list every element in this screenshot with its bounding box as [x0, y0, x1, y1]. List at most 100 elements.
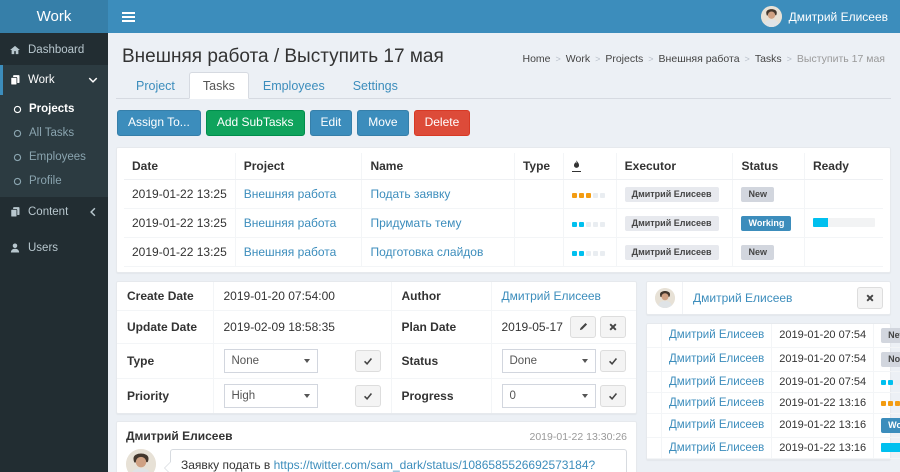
col-status[interactable]: Status [733, 153, 804, 180]
col-project[interactable]: Project [235, 153, 362, 180]
update-date-value: 2019-02-09 18:58:35 [213, 310, 391, 343]
author-link[interactable]: Дмитрий Елисеев [502, 289, 601, 303]
task-details-panel: Create Date 2019-01-20 07:54:00 Author Д… [116, 281, 637, 414]
tab-settings[interactable]: Settings [339, 72, 412, 99]
activity-progress-bar [881, 443, 900, 452]
brand-logo[interactable]: Work [0, 0, 108, 33]
move-button[interactable]: Move [357, 110, 408, 136]
comment-timestamp: 2019-01-22 13:30:26 [530, 431, 628, 443]
sidebar-item-profile[interactable]: Profile [0, 169, 108, 193]
assignee-link[interactable]: Дмитрий Елисеев [683, 291, 857, 305]
sidebar-item-employees[interactable]: Employees [0, 145, 108, 169]
apply-status-button[interactable] [600, 350, 626, 372]
action-toolbar: Assign To... Add SubTasks Edit Move Dele… [117, 110, 891, 136]
update-date-label: Update Date [117, 310, 213, 343]
col-priority[interactable] [563, 153, 616, 180]
caret-icon [304, 359, 310, 363]
activity-user-link[interactable]: Дмитрий Елисеев [669, 419, 764, 431]
type-label: Type [117, 343, 213, 378]
col-type[interactable]: Type [514, 153, 563, 180]
task-name-link[interactable]: Подать заявку [370, 187, 450, 201]
activity-user-link[interactable]: Дмитрий Елисеев [669, 442, 764, 454]
circle-icon [13, 177, 22, 186]
x-icon [608, 322, 618, 332]
col-ready[interactable]: Ready [804, 153, 883, 180]
activity-date: 2019-01-20 07:54 [772, 324, 874, 348]
task-project-link[interactable]: Внешняя работа [244, 216, 337, 230]
sidebar-item-all-tasks[interactable]: All Tasks [0, 121, 108, 145]
task-name-link[interactable]: Подготовка слайдов [370, 245, 483, 259]
sidebar-item-content[interactable]: Content [0, 197, 108, 227]
sidebar-item-users[interactable]: Users [0, 233, 108, 263]
col-executor[interactable]: Executor [616, 153, 733, 180]
activity-user-link[interactable]: Дмитрий Елисеев [669, 353, 764, 365]
remove-assignee-button[interactable] [857, 287, 883, 309]
apply-type-button[interactable] [355, 350, 381, 372]
breadcrumb-current: Выступить 17 мая [797, 53, 885, 65]
tasks-table: Date Project Name Type Executor Status R… [124, 153, 883, 267]
sidebar-item-dashboard[interactable]: Dashboard [0, 35, 108, 65]
activity-date: 2019-01-22 13:16 [772, 413, 874, 437]
type-select[interactable]: None [224, 349, 318, 373]
status-label: Status [391, 343, 491, 378]
comment-author: Дмитрий Елисеев [126, 429, 233, 443]
list-item: Дмитрий Елисеев 2019-01-22 13:16 Working [647, 413, 900, 437]
ready-progress-bar [813, 218, 875, 227]
sidebar-toggle-icon[interactable] [108, 0, 148, 33]
clear-plan-date-button[interactable] [600, 316, 626, 338]
delete-button[interactable]: Delete [414, 110, 471, 136]
table-row[interactable]: 2019-01-22 13:25 Внешняя работа Подать з… [124, 179, 883, 208]
col-date[interactable]: Date [124, 153, 235, 180]
table-row[interactable]: 2019-01-22 13:25 Внешняя работа Подготов… [124, 237, 883, 266]
breadcrumb-projects[interactable]: Projects [605, 53, 643, 65]
top-header: Work Дмитрий Елисеев [0, 0, 900, 33]
ready-cell [804, 179, 883, 208]
edit-plan-date-button[interactable] [570, 316, 596, 338]
task-type [514, 237, 563, 266]
circle-icon [13, 153, 22, 162]
tab-project[interactable]: Project [122, 72, 189, 99]
plan-date-value: 2019-05-17 [502, 320, 563, 334]
priority-dots [572, 193, 607, 198]
breadcrumb-home[interactable]: Home [522, 53, 550, 65]
assign-to-button[interactable]: Assign To... [117, 110, 201, 136]
activity-user-link[interactable]: Дмитрий Елисеев [669, 397, 764, 409]
sidebar-item-projects[interactable]: Projects [0, 97, 108, 121]
sidebar-item-work[interactable]: Work [0, 65, 108, 95]
tasks-panel: Date Project Name Type Executor Status R… [116, 147, 891, 273]
priority-select[interactable]: High [224, 384, 318, 408]
list-item: Дмитрий Елисеев 2019-01-22 13:16 [647, 392, 900, 413]
activity-date: 2019-01-22 13:16 [772, 392, 874, 413]
tab-employees[interactable]: Employees [249, 72, 339, 99]
edit-button[interactable]: Edit [310, 110, 353, 136]
user-icon [9, 242, 21, 254]
activity-user-link[interactable]: Дмитрий Елисеев [669, 329, 764, 341]
x-icon [865, 293, 875, 303]
add-subtasks-button[interactable]: Add SubTasks [206, 110, 305, 136]
circle-icon [13, 105, 22, 114]
breadcrumb-work[interactable]: Work [566, 53, 590, 65]
table-row[interactable]: 2019-01-22 13:25 Внешняя работа Придумат… [124, 208, 883, 237]
breadcrumb-tasks[interactable]: Tasks [755, 53, 782, 65]
task-project-link[interactable]: Внешняя работа [244, 187, 337, 201]
executor-badge: Дмитрий Елисеев [625, 187, 719, 202]
work-submenu: Projects All Tasks Employees Profile [0, 95, 108, 197]
progress-select[interactable]: 0 [502, 384, 596, 408]
task-name-link[interactable]: Придумать тему [370, 216, 461, 230]
tab-tasks[interactable]: Tasks [189, 72, 249, 99]
caret-icon [304, 394, 310, 398]
assignee-avatar [655, 288, 675, 308]
list-item: Дмитрий Елисеев 2019-01-22 13:16 [647, 437, 900, 458]
status-select[interactable]: Done [502, 349, 596, 373]
user-menu[interactable]: Дмитрий Елисеев [761, 6, 900, 27]
col-name[interactable]: Name [362, 153, 515, 180]
check-icon [608, 391, 618, 401]
task-project-link[interactable]: Внешняя работа [244, 245, 337, 259]
activity-user-link[interactable]: Дмитрий Елисеев [669, 376, 764, 388]
breadcrumb-project[interactable]: Внешняя работа [659, 53, 740, 65]
apply-progress-button[interactable] [600, 385, 626, 407]
priority-dots [881, 401, 900, 406]
apply-priority-button[interactable] [355, 385, 381, 407]
activity-date: 2019-01-22 13:16 [772, 437, 874, 458]
priority-dots [572, 222, 607, 227]
